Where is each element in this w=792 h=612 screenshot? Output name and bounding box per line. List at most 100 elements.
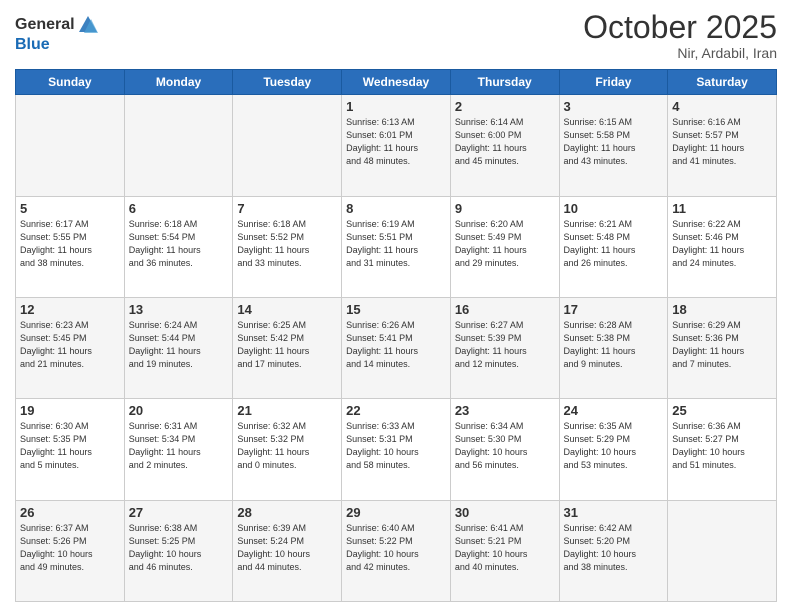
logo-general-text: General <box>15 16 75 34</box>
day-number: 15 <box>346 302 446 317</box>
day-header-tuesday: Tuesday <box>233 70 342 95</box>
calendar-cell: 23 Sunrise: 6:34 AM Sunset: 5:30 PM Dayli… <box>450 399 559 500</box>
day-info: Sunrise: 6:18 AM Sunset: 5:54 PM Dayligh… <box>129 218 229 270</box>
calendar-cell: 10 Sunrise: 6:21 AM Sunset: 5:48 PM Dayli… <box>559 196 668 297</box>
day-info: Sunrise: 6:42 AM Sunset: 5:20 PM Dayligh… <box>564 522 664 574</box>
day-info: Sunrise: 6:37 AM Sunset: 5:26 PM Dayligh… <box>20 522 120 574</box>
calendar-cell: 21 Sunrise: 6:32 AM Sunset: 5:32 PM Dayli… <box>233 399 342 500</box>
day-number: 20 <box>129 403 229 418</box>
day-info: Sunrise: 6:15 AM Sunset: 5:58 PM Dayligh… <box>564 116 664 168</box>
calendar-cell: 17Sunrise: 6:28 AM Sunset: 5:38 PM Dayli… <box>559 297 668 398</box>
day-number: 21 <box>237 403 337 418</box>
calendar-week-row: 1 Sunrise: 6:13 AM Sunset: 6:01 PM Daylig… <box>16 95 777 196</box>
calendar-cell: 8Sunrise: 6:19 AM Sunset: 5:51 PM Daylig… <box>342 196 451 297</box>
page: General Blue October 2025 Nir, Ardabil, … <box>0 0 792 612</box>
calendar-cell <box>124 95 233 196</box>
day-number: 27 <box>129 505 229 520</box>
day-number: 7 <box>237 201 337 216</box>
day-number: 26 <box>20 505 120 520</box>
day-number: 10 <box>564 201 664 216</box>
calendar-cell: 22 Sunrise: 6:33 AM Sunset: 5:31 PM Dayli… <box>342 399 451 500</box>
calendar-cell: 24 Sunrise: 6:35 AM Sunset: 5:29 PM Dayli… <box>559 399 668 500</box>
day-info: Sunrise: 6:24 AM Sunset: 5:44 PM Dayligh… <box>129 319 229 371</box>
calendar-cell: 14Sunrise: 6:25 AM Sunset: 5:42 PM Dayli… <box>233 297 342 398</box>
calendar-cell: 19 Sunrise: 6:30 AM Sunset: 5:35 PM Dayli… <box>16 399 125 500</box>
calendar-cell <box>16 95 125 196</box>
calendar-cell: 7 Sunrise: 6:18 AM Sunset: 5:52 PM Daylig… <box>233 196 342 297</box>
day-info: Sunrise: 6:32 AM Sunset: 5:32 PM Dayligh… <box>237 420 337 472</box>
day-number: 11 <box>672 201 772 216</box>
day-header-sunday: Sunday <box>16 70 125 95</box>
day-info: Sunrise: 6:18 AM Sunset: 5:52 PM Dayligh… <box>237 218 337 270</box>
day-number: 4 <box>672 99 772 114</box>
calendar-cell: 5 Sunrise: 6:17 AM Sunset: 5:55 PM Daylig… <box>16 196 125 297</box>
calendar-cell: 1 Sunrise: 6:13 AM Sunset: 6:01 PM Daylig… <box>342 95 451 196</box>
calendar-table: SundayMondayTuesdayWednesdayThursdayFrid… <box>15 69 777 602</box>
day-info: Sunrise: 6:38 AM Sunset: 5:25 PM Dayligh… <box>129 522 229 574</box>
day-number: 5 <box>20 201 120 216</box>
calendar-cell: 16 Sunrise: 6:27 AM Sunset: 5:39 PM Dayli… <box>450 297 559 398</box>
calendar-week-row: 26 Sunrise: 6:37 AM Sunset: 5:26 PM Dayli… <box>16 500 777 601</box>
calendar-cell <box>668 500 777 601</box>
day-number: 13 <box>129 302 229 317</box>
day-number: 24 <box>564 403 664 418</box>
calendar-cell: 4 Sunrise: 6:16 AM Sunset: 5:57 PM Daylig… <box>668 95 777 196</box>
logo-blue-text: Blue <box>15 36 50 53</box>
calendar-cell: 31Sunrise: 6:42 AM Sunset: 5:20 PM Dayli… <box>559 500 668 601</box>
calendar-cell: 15Sunrise: 6:26 AM Sunset: 5:41 PM Dayli… <box>342 297 451 398</box>
calendar-cell: 18 Sunrise: 6:29 AM Sunset: 5:36 PM Dayli… <box>668 297 777 398</box>
day-info: Sunrise: 6:25 AM Sunset: 5:42 PM Dayligh… <box>237 319 337 371</box>
day-info: Sunrise: 6:40 AM Sunset: 5:22 PM Dayligh… <box>346 522 446 574</box>
calendar-cell: 13 Sunrise: 6:24 AM Sunset: 5:44 PM Dayli… <box>124 297 233 398</box>
day-number: 3 <box>564 99 664 114</box>
calendar-cell: 6 Sunrise: 6:18 AM Sunset: 5:54 PM Daylig… <box>124 196 233 297</box>
logo-icon <box>77 14 99 36</box>
day-number: 30 <box>455 505 555 520</box>
day-info: Sunrise: 6:13 AM Sunset: 6:01 PM Dayligh… <box>346 116 446 168</box>
calendar-cell: 25 Sunrise: 6:36 AM Sunset: 5:27 PM Dayli… <box>668 399 777 500</box>
logo: General Blue <box>15 14 99 54</box>
day-info: Sunrise: 6:27 AM Sunset: 5:39 PM Dayligh… <box>455 319 555 371</box>
day-header-saturday: Saturday <box>668 70 777 95</box>
day-info: Sunrise: 6:34 AM Sunset: 5:30 PM Dayligh… <box>455 420 555 472</box>
calendar-cell: 12Sunrise: 6:23 AM Sunset: 5:45 PM Dayli… <box>16 297 125 398</box>
day-info: Sunrise: 6:14 AM Sunset: 6:00 PM Dayligh… <box>455 116 555 168</box>
header: General Blue October 2025 Nir, Ardabil, … <box>15 10 777 61</box>
calendar-week-row: 5 Sunrise: 6:17 AM Sunset: 5:55 PM Daylig… <box>16 196 777 297</box>
day-number: 17 <box>564 302 664 317</box>
day-number: 25 <box>672 403 772 418</box>
day-info: Sunrise: 6:41 AM Sunset: 5:21 PM Dayligh… <box>455 522 555 574</box>
calendar-cell: 29 Sunrise: 6:40 AM Sunset: 5:22 PM Dayli… <box>342 500 451 601</box>
day-info: Sunrise: 6:20 AM Sunset: 5:49 PM Dayligh… <box>455 218 555 270</box>
day-number: 29 <box>346 505 446 520</box>
day-number: 28 <box>237 505 337 520</box>
day-number: 18 <box>672 302 772 317</box>
day-info: Sunrise: 6:16 AM Sunset: 5:57 PM Dayligh… <box>672 116 772 168</box>
calendar-header-row: SundayMondayTuesdayWednesdayThursdayFrid… <box>16 70 777 95</box>
day-number: 22 <box>346 403 446 418</box>
day-number: 16 <box>455 302 555 317</box>
day-number: 6 <box>129 201 229 216</box>
day-info: Sunrise: 6:17 AM Sunset: 5:55 PM Dayligh… <box>20 218 120 270</box>
day-info: Sunrise: 6:30 AM Sunset: 5:35 PM Dayligh… <box>20 420 120 472</box>
calendar-cell: 27 Sunrise: 6:38 AM Sunset: 5:25 PM Dayli… <box>124 500 233 601</box>
day-info: Sunrise: 6:29 AM Sunset: 5:36 PM Dayligh… <box>672 319 772 371</box>
day-header-monday: Monday <box>124 70 233 95</box>
day-number: 19 <box>20 403 120 418</box>
day-number: 1 <box>346 99 446 114</box>
day-number: 23 <box>455 403 555 418</box>
day-number: 9 <box>455 201 555 216</box>
calendar-cell: 3 Sunrise: 6:15 AM Sunset: 5:58 PM Daylig… <box>559 95 668 196</box>
day-info: Sunrise: 6:36 AM Sunset: 5:27 PM Dayligh… <box>672 420 772 472</box>
day-info: Sunrise: 6:35 AM Sunset: 5:29 PM Dayligh… <box>564 420 664 472</box>
calendar-cell: 28 Sunrise: 6:39 AM Sunset: 5:24 PM Dayli… <box>233 500 342 601</box>
calendar-cell <box>233 95 342 196</box>
month-title: October 2025 <box>583 10 777 45</box>
calendar-cell: 2 Sunrise: 6:14 AM Sunset: 6:00 PM Daylig… <box>450 95 559 196</box>
day-info: Sunrise: 6:39 AM Sunset: 5:24 PM Dayligh… <box>237 522 337 574</box>
day-number: 2 <box>455 99 555 114</box>
day-info: Sunrise: 6:33 AM Sunset: 5:31 PM Dayligh… <box>346 420 446 472</box>
day-header-wednesday: Wednesday <box>342 70 451 95</box>
calendar-cell: 9 Sunrise: 6:20 AM Sunset: 5:49 PM Daylig… <box>450 196 559 297</box>
day-info: Sunrise: 6:21 AM Sunset: 5:48 PM Dayligh… <box>564 218 664 270</box>
